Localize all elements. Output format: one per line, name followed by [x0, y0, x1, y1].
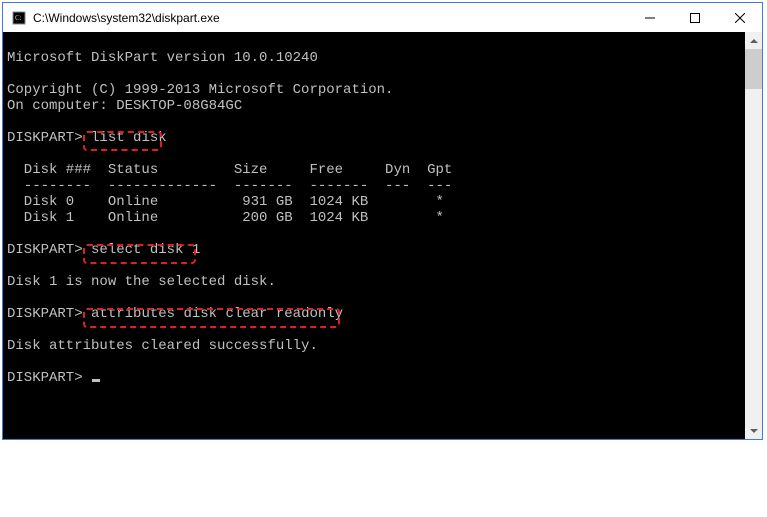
window-title: C:\Windows\system32\diskpart.exe [33, 11, 627, 25]
minimize-button[interactable] [627, 3, 672, 32]
diskpart-window: C: C:\Windows\system32\diskpart.exe Micr… [2, 2, 763, 440]
svg-text:C:: C: [15, 14, 22, 22]
prompt: DISKPART> [7, 306, 83, 322]
close-button[interactable] [717, 3, 762, 32]
titlebar[interactable]: C: C:\Windows\system32\diskpart.exe [3, 2, 762, 32]
version-line: Microsoft DiskPart version 10.0.10240 [7, 50, 318, 66]
blank-line [7, 114, 15, 130]
table-header: Disk ### Status Size Free Dyn Gpt [7, 162, 452, 178]
selected-msg: Disk 1 is now the selected disk. [7, 274, 276, 290]
prompt: DISKPART> [7, 130, 83, 146]
blank-line [7, 146, 15, 162]
blank-line [7, 34, 15, 50]
scroll-down-button[interactable] [745, 422, 762, 439]
blank-line [7, 226, 15, 242]
window-controls [627, 3, 762, 32]
table-divider: -------- ------------- ------- ------- -… [7, 178, 452, 194]
command-attributes-clear: attributes disk clear readonly [91, 306, 343, 322]
console-area: Microsoft DiskPart version 10.0.10240 Co… [3, 32, 762, 439]
vertical-scrollbar[interactable] [745, 32, 762, 439]
table-row: Disk 1 Online 200 GB 1024 KB * [7, 210, 444, 226]
prompt: DISKPART> [7, 242, 83, 258]
app-icon: C: [11, 10, 27, 26]
command-select-disk: select disk 1 [91, 242, 200, 258]
table-row: Disk 0 Online 931 GB 1024 KB * [7, 194, 444, 210]
scroll-up-button[interactable] [745, 32, 762, 49]
command-list-disk: list disk [91, 130, 167, 146]
blank-line [7, 322, 15, 338]
scrollbar-thumb[interactable] [745, 49, 762, 89]
scrollbar-track[interactable] [745, 49, 762, 422]
blank-line [7, 66, 15, 82]
cursor [92, 379, 100, 382]
cleared-msg: Disk attributes cleared successfully. [7, 338, 318, 354]
computer-line: On computer: DESKTOP-08G84GC [7, 98, 242, 114]
maximize-button[interactable] [672, 3, 717, 32]
blank-line [7, 354, 15, 370]
blank-line [7, 290, 15, 306]
console-output[interactable]: Microsoft DiskPart version 10.0.10240 Co… [3, 32, 745, 439]
copyright-line: Copyright (C) 1999-2013 Microsoft Corpor… [7, 82, 393, 98]
prompt: DISKPART> [7, 370, 83, 386]
blank-line [7, 258, 15, 274]
